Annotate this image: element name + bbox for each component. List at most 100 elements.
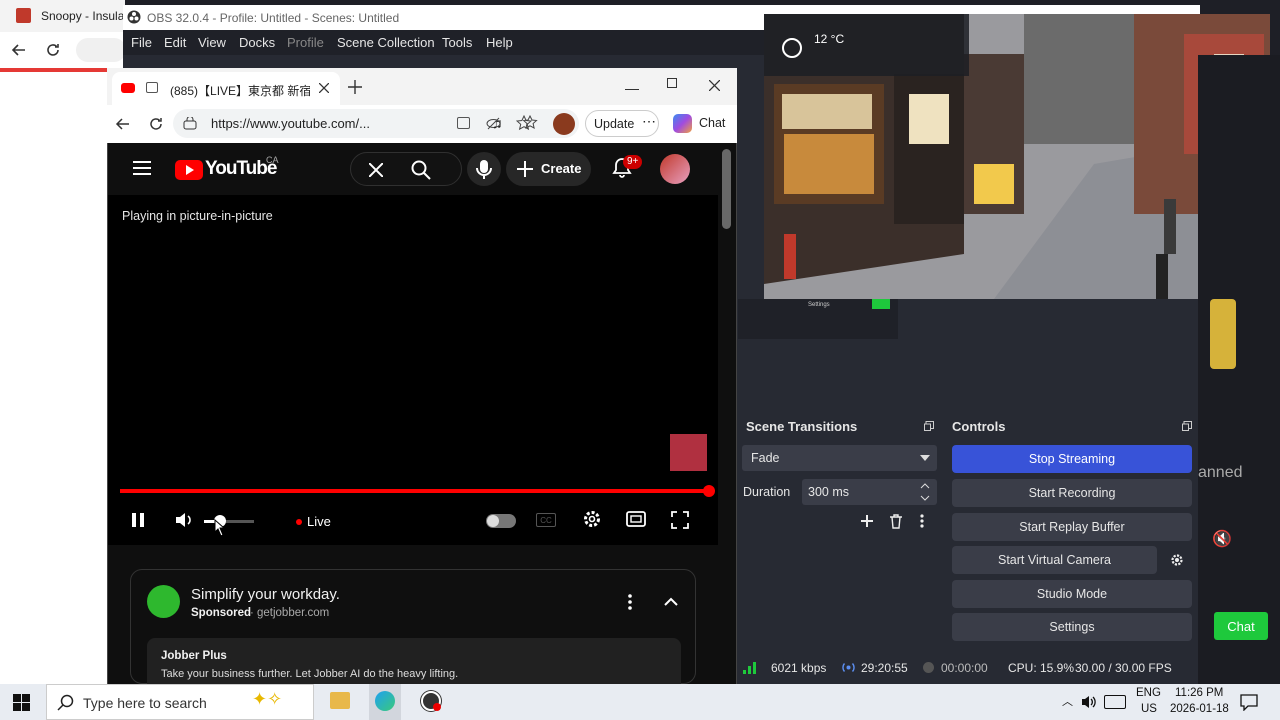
- menu-edit[interactable]: Edit: [164, 35, 186, 50]
- refresh-icon[interactable]: [148, 116, 164, 132]
- input-region[interactable]: US: [1141, 703, 1157, 715]
- taskbar-search-placeholder: Type here to search: [83, 695, 207, 711]
- copilot-icon[interactable]: [673, 114, 692, 133]
- video-player[interactable]: Playing in picture-in-picture Live CC: [108, 195, 718, 545]
- windows-start-icon[interactable]: [13, 694, 30, 711]
- spin-up-icon[interactable]: [920, 481, 930, 491]
- emote-stack-icon: [1210, 299, 1236, 369]
- trash-icon[interactable]: [889, 514, 903, 529]
- back-arrow-icon[interactable]: [115, 116, 131, 132]
- update-button[interactable]: Update ⋯: [585, 110, 659, 137]
- taskbar-search-box[interactable]: Type here to search ✦✧: [46, 684, 314, 720]
- duration-label: Duration: [743, 485, 791, 499]
- more-options-icon[interactable]: [920, 514, 924, 528]
- youtube-tab[interactable]: (885)【LIVE】東京都 新宿 歌: [112, 72, 340, 105]
- app-available-icon[interactable]: [457, 117, 470, 129]
- undock-icon[interactable]: [1182, 421, 1192, 431]
- notifications-icon[interactable]: [1240, 693, 1258, 711]
- profile-avatar[interactable]: [553, 113, 575, 135]
- hamburger-menu-icon[interactable]: [133, 161, 151, 175]
- ad-product-title: Jobber Plus: [161, 650, 227, 662]
- input-language[interactable]: ENG: [1136, 687, 1161, 699]
- studio-mode-button[interactable]: Studio Mode: [952, 580, 1192, 608]
- chevron-up-icon[interactable]: [664, 597, 678, 606]
- stop-streaming-button[interactable]: Stop Streaming: [952, 445, 1192, 473]
- spin-down-icon[interactable]: [920, 493, 930, 503]
- address-bar[interactable]: https://www.youtube.com/...: [173, 109, 579, 138]
- obs-preview-canvas[interactable]: 12 °C: [764, 14, 1270, 299]
- pip-status-text: Playing in picture-in-picture: [122, 209, 273, 223]
- menu-docks[interactable]: Docks: [239, 35, 275, 50]
- maximize-icon[interactable]: [667, 78, 677, 88]
- more-options-icon[interactable]: ⋯: [642, 113, 656, 130]
- voice-search-button[interactable]: [467, 152, 501, 186]
- start-virtual-camera-button[interactable]: Start Virtual Camera: [952, 546, 1157, 574]
- obs-status-bar: 6021 kbps 29:20:55 00:00:00 CPU: 15.9% 3…: [738, 657, 1198, 681]
- captions-icon[interactable]: CC: [536, 513, 556, 527]
- menu-view[interactable]: View: [198, 35, 226, 50]
- bitrate-value: 6021 kbps: [771, 661, 827, 675]
- file-explorer-icon[interactable]: [330, 692, 350, 709]
- progress-bar[interactable]: [120, 489, 708, 493]
- create-button[interactable]: Create: [506, 152, 591, 186]
- minimize-icon[interactable]: —: [625, 80, 639, 96]
- autoplay-toggle[interactable]: [486, 514, 516, 528]
- fullscreen-icon[interactable]: [671, 511, 689, 529]
- copilot-chat-label[interactable]: Chat: [699, 116, 725, 130]
- obs-taskbar-icon[interactable]: [421, 691, 441, 711]
- volume-icon[interactable]: [174, 511, 194, 529]
- ad-product-card[interactable]: Jobber Plus Take your business further. …: [147, 638, 681, 686]
- clear-search-icon[interactable]: [369, 163, 383, 177]
- background-browser-tab[interactable]: Snoopy - Insulat: [0, 0, 128, 32]
- start-recording-button[interactable]: Start Recording: [952, 479, 1192, 507]
- close-window-icon[interactable]: [709, 80, 720, 91]
- menu-file[interactable]: File: [131, 35, 152, 50]
- site-info-icon[interactable]: [183, 117, 197, 130]
- favorites-icon[interactable]: [523, 115, 539, 131]
- ad-card[interactable]: Simplify your workday. Sponsored · getjo…: [130, 569, 696, 686]
- ad-title[interactable]: Simplify your workday.: [191, 586, 340, 603]
- edge-taskbar-active[interactable]: [369, 684, 401, 720]
- new-tab-icon[interactable]: [348, 80, 362, 94]
- add-transition-icon[interactable]: [860, 514, 874, 528]
- keyboard-icon[interactable]: [1104, 695, 1126, 709]
- transition-select[interactable]: Fade: [742, 445, 937, 471]
- gear-icon[interactable]: [1170, 553, 1184, 567]
- obs-window-title: OBS 32.0.4 - Profile: Untitled - Scenes:…: [147, 11, 400, 25]
- pause-icon[interactable]: [130, 512, 146, 528]
- weather-temperature: 12 °C: [814, 32, 845, 46]
- theater-mode-icon[interactable]: [626, 511, 646, 527]
- clock-date[interactable]: 2026-01-18: [1170, 703, 1229, 715]
- tab-actions-icon[interactable]: [146, 82, 158, 93]
- settings-button[interactable]: Settings: [952, 613, 1192, 641]
- chat-button[interactable]: Chat: [1214, 612, 1268, 640]
- scene-transitions-dock: Scene Transitions Fade Duration 300 ms: [738, 413, 943, 657]
- ad-menu-icon[interactable]: [628, 594, 632, 610]
- menu-tools[interactable]: Tools: [442, 35, 472, 50]
- page-scrollbar[interactable]: [722, 149, 731, 229]
- start-replay-buffer-button[interactable]: Start Replay Buffer: [952, 513, 1192, 541]
- read-aloud-icon[interactable]: ♫: [492, 115, 503, 131]
- progress-scrubber[interactable]: [703, 485, 715, 497]
- controls-title: Controls: [952, 419, 1006, 434]
- live-label[interactable]: Live: [307, 514, 331, 529]
- menu-help[interactable]: Help: [486, 35, 513, 50]
- search-box[interactable]: [350, 152, 462, 186]
- show-hidden-icons-chevron-icon[interactable]: ︿: [1062, 693, 1073, 709]
- menu-profile[interactable]: Profile: [287, 35, 324, 50]
- mouse-cursor-icon: [212, 519, 226, 539]
- account-avatar[interactable]: [660, 154, 690, 184]
- refresh-icon[interactable]: [44, 41, 62, 59]
- search-icon[interactable]: [411, 160, 431, 180]
- settings-gear-icon[interactable]: [582, 509, 602, 529]
- menu-scene-collection[interactable]: Scene Collection: [337, 35, 435, 50]
- close-tab-icon[interactable]: [319, 83, 329, 93]
- stream-time: 29:20:55: [861, 661, 908, 675]
- clock-time[interactable]: 11:26 PM: [1175, 687, 1223, 699]
- background-address-bar[interactable]: [76, 38, 126, 62]
- channel-watermark[interactable]: [670, 434, 707, 471]
- speaker-icon[interactable]: [1081, 694, 1097, 710]
- back-arrow-icon[interactable]: [10, 41, 28, 59]
- undock-icon[interactable]: [924, 421, 934, 431]
- duration-spinbox[interactable]: 300 ms: [802, 479, 937, 505]
